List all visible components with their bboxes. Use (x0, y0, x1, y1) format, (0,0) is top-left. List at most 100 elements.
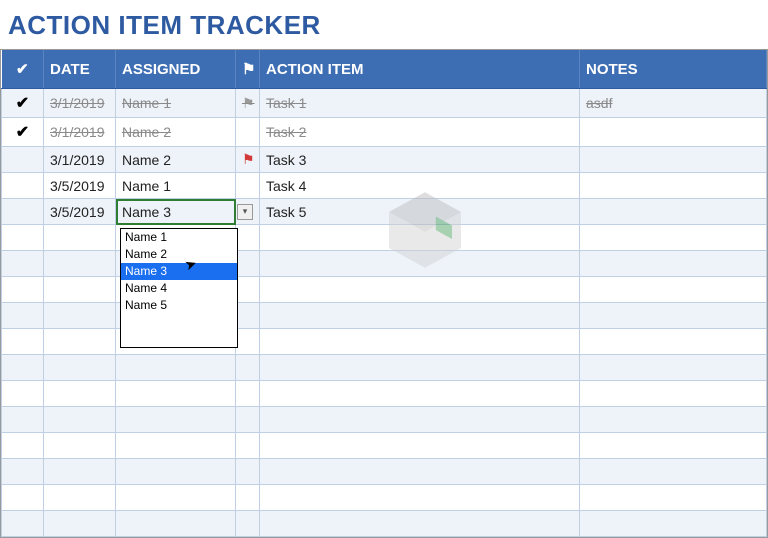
cell-empty[interactable] (2, 485, 44, 511)
cell-empty[interactable] (580, 511, 767, 537)
cell-empty[interactable] (260, 407, 580, 433)
cell-date[interactable]: 3/5/2019 (44, 173, 116, 199)
cell-notes[interactable] (580, 199, 767, 225)
cell-flag[interactable]: ⚑ (236, 89, 260, 118)
cell-empty[interactable] (580, 251, 767, 277)
cell-assigned[interactable]: Name 2 (116, 118, 236, 147)
cell-action-item[interactable]: Task 3 (260, 147, 580, 173)
cell-empty[interactable] (116, 407, 236, 433)
cell-notes[interactable]: asdf (580, 89, 767, 118)
cell-empty[interactable] (580, 277, 767, 303)
cell-empty[interactable] (2, 225, 44, 251)
cell-empty[interactable] (44, 355, 116, 381)
cell-empty[interactable] (236, 407, 260, 433)
cell-action-item[interactable]: Task 2 (260, 118, 580, 147)
cell-empty[interactable] (116, 381, 236, 407)
cell-done-checkbox[interactable] (2, 147, 44, 173)
cell-empty[interactable] (580, 433, 767, 459)
cell-empty[interactable] (260, 251, 580, 277)
cell-assigned[interactable]: Name 2 (116, 147, 236, 173)
cell-empty[interactable] (580, 225, 767, 251)
cell-empty[interactable] (236, 433, 260, 459)
cell-empty[interactable] (2, 459, 44, 485)
cell-empty[interactable] (260, 277, 580, 303)
cell-empty[interactable] (236, 355, 260, 381)
cell-empty[interactable] (2, 511, 44, 537)
cell-empty[interactable] (44, 485, 116, 511)
cell-empty[interactable] (236, 303, 260, 329)
cell-empty[interactable] (2, 329, 44, 355)
cell-done-checkbox[interactable] (2, 199, 44, 225)
cell-empty[interactable] (2, 381, 44, 407)
dropdown-option[interactable]: Name 4 (121, 280, 237, 297)
cell-empty[interactable] (2, 355, 44, 381)
cell-empty[interactable] (44, 329, 116, 355)
cell-empty[interactable] (236, 329, 260, 355)
cell-date[interactable]: 3/5/2019 (44, 199, 116, 225)
cell-empty[interactable] (580, 485, 767, 511)
cell-done-checkbox[interactable] (2, 173, 44, 199)
cell-assigned[interactable]: Name 3▾ (116, 199, 236, 225)
cell-empty[interactable] (236, 277, 260, 303)
cell-empty[interactable] (116, 459, 236, 485)
cell-assigned[interactable]: Name 1 (116, 173, 236, 199)
cell-empty[interactable] (260, 225, 580, 251)
cell-empty[interactable] (260, 303, 580, 329)
cell-empty[interactable] (236, 511, 260, 537)
cell-notes[interactable] (580, 147, 767, 173)
cell-empty[interactable] (116, 511, 236, 537)
cell-empty[interactable] (2, 433, 44, 459)
cell-empty[interactable] (116, 355, 236, 381)
cell-empty[interactable] (580, 329, 767, 355)
cell-empty[interactable] (580, 407, 767, 433)
cell-flag[interactable] (236, 118, 260, 147)
cell-empty[interactable] (580, 459, 767, 485)
cell-empty[interactable] (236, 485, 260, 511)
cell-empty[interactable] (260, 485, 580, 511)
cell-done-checkbox[interactable]: ✔ (2, 89, 44, 118)
col-flag[interactable]: ⚑ (236, 50, 260, 89)
cell-flag[interactable]: ⚑ (236, 147, 260, 173)
cell-empty[interactable] (116, 433, 236, 459)
cell-empty[interactable] (236, 225, 260, 251)
col-checkbox[interactable]: ✔ (2, 50, 44, 89)
cell-empty[interactable] (44, 433, 116, 459)
cell-assigned[interactable]: Name 1 (116, 89, 236, 118)
cell-notes[interactable] (580, 173, 767, 199)
col-assigned[interactable]: ASSIGNED (116, 50, 236, 89)
cell-empty[interactable] (44, 511, 116, 537)
cell-empty[interactable] (260, 511, 580, 537)
cell-empty[interactable] (236, 459, 260, 485)
cell-empty[interactable] (44, 251, 116, 277)
dropdown-toggle-button[interactable]: ▾ (237, 204, 253, 220)
cell-empty[interactable] (260, 329, 580, 355)
cell-empty[interactable] (44, 225, 116, 251)
cell-empty[interactable] (260, 381, 580, 407)
cell-empty[interactable] (2, 251, 44, 277)
cell-empty[interactable] (260, 355, 580, 381)
assigned-dropdown[interactable]: Name 1Name 2Name 3Name 4Name 5 (120, 228, 238, 348)
cell-empty[interactable] (236, 381, 260, 407)
cell-empty[interactable] (580, 355, 767, 381)
cell-action-item[interactable]: Task 1 (260, 89, 580, 118)
cell-empty[interactable] (2, 277, 44, 303)
cell-empty[interactable] (44, 277, 116, 303)
cell-empty[interactable] (2, 303, 44, 329)
cell-empty[interactable] (260, 459, 580, 485)
col-date[interactable]: DATE (44, 50, 116, 89)
cell-date[interactable]: 3/1/2019 (44, 89, 116, 118)
cell-action-item[interactable]: Task 5 (260, 199, 580, 225)
cell-flag[interactable] (236, 173, 260, 199)
cell-date[interactable]: 3/1/2019 (44, 147, 116, 173)
dropdown-option[interactable]: Name 1 (121, 229, 237, 246)
cell-empty[interactable] (44, 459, 116, 485)
cell-empty[interactable] (44, 407, 116, 433)
cell-empty[interactable] (236, 251, 260, 277)
dropdown-option[interactable]: Name 2 (121, 246, 237, 263)
cell-empty[interactable] (580, 303, 767, 329)
cell-date[interactable]: 3/1/2019 (44, 118, 116, 147)
cell-notes[interactable] (580, 118, 767, 147)
cell-empty[interactable] (116, 485, 236, 511)
col-action-item[interactable]: ACTION ITEM (260, 50, 580, 89)
cell-empty[interactable] (44, 303, 116, 329)
